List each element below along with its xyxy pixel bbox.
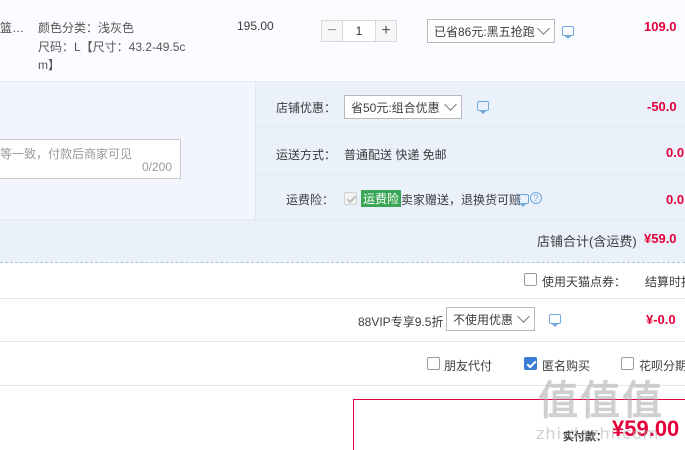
divider — [255, 82, 256, 219]
buyer-note-counter: 0/200 — [141, 160, 172, 174]
divider — [255, 126, 685, 127]
item-spec-color: 颜色分类：浅灰色 — [38, 19, 134, 36]
message-icon[interactable] — [549, 314, 561, 327]
quantity-decrease-button[interactable]: − — [321, 20, 343, 42]
message-icon[interactable] — [477, 101, 489, 114]
insurance-label: 运费险： — [286, 193, 335, 207]
divider — [0, 298, 685, 299]
spec-color-label: 颜色分类： — [38, 21, 99, 35]
item-subtotal: 109.0 — [644, 19, 677, 34]
insurance-amount: 0.0 — [666, 192, 685, 207]
item-unit-price: 195.00 — [237, 19, 274, 33]
insurance-badge: 运费险 — [361, 190, 402, 207]
divider — [255, 174, 685, 175]
insurance-checkbox — [344, 192, 357, 205]
watermark-site: zhi.dezhi.com — [536, 424, 660, 443]
friend-pay-checkbox[interactable] — [427, 357, 440, 370]
tmall-points-checkbox[interactable] — [524, 273, 537, 286]
store-total-amount: ¥59.0 — [644, 231, 677, 246]
store-coupon-amount: -50.0 — [647, 99, 677, 114]
spec-color-value: 浅灰色 — [98, 21, 135, 35]
divider — [0, 262, 685, 263]
shipping-value: 普通配送 快递 免邮 — [344, 148, 447, 162]
vip-discount-select-value: 不使用优惠 — [453, 312, 514, 327]
shipping-label: 运送方式： — [276, 148, 337, 162]
quantity-input[interactable]: 1 — [343, 20, 375, 42]
item-spec-size-line2: m】 — [38, 58, 60, 72]
vip-label: 88VIP专享9.5折 — [358, 315, 444, 329]
item-discount-select[interactable]: 已省86元:黑五抢跑 — [427, 19, 555, 43]
item-discount-select-value: 已省86元:黑五抢跑 — [434, 24, 535, 39]
divider — [0, 341, 685, 342]
message-icon[interactable] — [517, 194, 529, 207]
store-coupon-label: 店铺优惠： — [276, 101, 337, 115]
message-icon[interactable] — [562, 26, 574, 39]
vip-amount: ¥-0.0 — [646, 312, 676, 327]
shipping-amount: 0.0 — [666, 145, 685, 160]
store-total-label: 店铺合计(含运费) — [537, 234, 637, 249]
friend-pay-label[interactable]: 朋友代付 — [444, 357, 492, 374]
help-icon[interactable]: ? — [530, 192, 542, 204]
item-spec-size-line1: 尺码：L【尺寸：43.2-49.5c — [38, 40, 186, 54]
tmall-points-note: 结算时扣 — [645, 275, 685, 289]
divider — [0, 219, 685, 220]
quantity-increase-button[interactable]: + — [375, 20, 397, 42]
order-item-row: 篮… 颜色分类：浅灰色 尺码：L【尺寸：43.2-49.5c m】 195.00… — [0, 0, 685, 82]
insurance-text: 卖家赠送，退换货可赔 — [401, 193, 522, 207]
anonymous-checkbox[interactable] — [524, 357, 537, 370]
item-name-fragment[interactable]: 篮… — [0, 19, 24, 36]
chevron-down-icon — [444, 98, 457, 111]
watermark-logo: 值值值 — [538, 378, 664, 424]
chevron-down-icon — [537, 22, 550, 35]
chevron-down-icon — [517, 310, 530, 323]
buyer-note-placeholder: 等一致，付款后商家可见 — [0, 147, 133, 161]
vip-discount-select[interactable]: 不使用优惠 — [446, 307, 535, 331]
store-coupon-select-value: 省50元:组合优惠 — [351, 100, 440, 115]
buyer-note-textarea[interactable]: 等一致，付款后商家可见 0/200 — [0, 139, 181, 179]
store-coupon-select[interactable]: 省50元:组合优惠 — [344, 95, 462, 119]
tmall-points-label: 使用天猫点券： — [542, 275, 627, 289]
